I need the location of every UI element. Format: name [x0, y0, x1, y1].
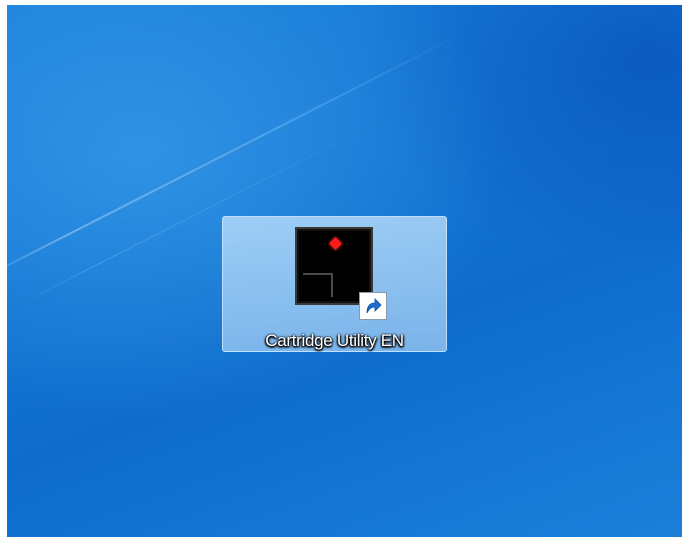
shortcut-arrow-glyph	[366, 298, 382, 314]
desktop-shortcut-cartridge-utility[interactable]: Cartridge Utility EN	[222, 216, 447, 352]
shortcut-arrow-icon	[359, 292, 387, 320]
app-icon-red-indicator	[329, 237, 342, 250]
shortcut-label: Cartridge Utility EN	[265, 331, 404, 350]
app-icon-inner-frame	[303, 273, 333, 297]
desktop-background[interactable]: Cartridge Utility EN	[7, 5, 682, 537]
cartridge-utility-app-icon	[293, 227, 387, 320]
